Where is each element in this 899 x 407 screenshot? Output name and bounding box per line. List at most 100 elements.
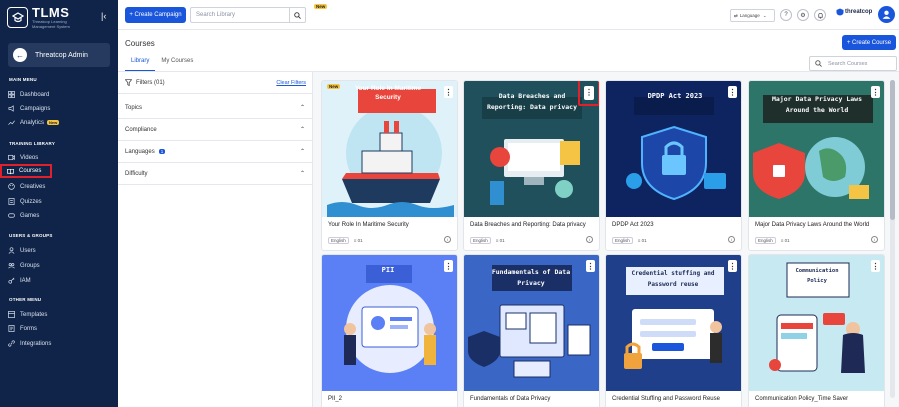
filter-difficulty[interactable]: Difficulty ⌃ bbox=[118, 163, 313, 185]
sidebar-item-videos[interactable]: Videos bbox=[0, 151, 118, 164]
sidebar-item-label: Quizzes bbox=[20, 198, 42, 205]
more-options-icon[interactable]: ⋮ bbox=[728, 260, 737, 272]
search-icon[interactable] bbox=[289, 8, 305, 22]
chevron-up-icon: ⌃ bbox=[299, 105, 305, 111]
search-input[interactable]: Search Library bbox=[191, 12, 289, 18]
sidebar-item-forms[interactable]: Forms bbox=[0, 322, 118, 335]
info-icon[interactable]: i bbox=[871, 236, 878, 243]
more-options-icon[interactable]: ⋮ bbox=[586, 260, 595, 272]
sidebar-item-quizzes[interactable]: Quizzes bbox=[0, 195, 118, 208]
info-icon[interactable]: i bbox=[728, 236, 735, 243]
key-icon bbox=[8, 277, 15, 284]
course-title: Communication Policy_Time Saver bbox=[755, 396, 849, 402]
section-users-groups: USERS & GROUPS bbox=[9, 233, 53, 238]
course-thumbnail bbox=[322, 255, 457, 391]
form-icon bbox=[8, 325, 15, 332]
page-title: Courses bbox=[125, 39, 155, 48]
more-options-icon[interactable]: ⋮ bbox=[444, 86, 453, 98]
chevron-up-icon: ⌃ bbox=[299, 127, 305, 133]
filters-title: Filters (01) bbox=[136, 79, 165, 86]
create-campaign-button[interactable]: + Create Campaign bbox=[125, 7, 186, 23]
avatar[interactable] bbox=[878, 6, 895, 23]
filter-count-badge: 1 bbox=[158, 149, 166, 154]
sidebar-item-games[interactable]: Games bbox=[0, 209, 118, 222]
sidebar-item-creatives[interactable]: Creatives bbox=[0, 180, 118, 193]
sidebar-item-label: Analytics bbox=[20, 119, 45, 126]
info-icon[interactable]: i bbox=[444, 236, 451, 243]
trend-icon bbox=[8, 120, 15, 125]
thumb-title: Major Data Privacy Laws Around the World bbox=[771, 95, 862, 114]
course-search[interactable]: Search Courses bbox=[809, 56, 897, 71]
course-card[interactable]: ⋮ PII_2 bbox=[321, 254, 458, 407]
course-meta: English ≡ 01 bbox=[328, 237, 363, 244]
sidebar-item-integrations[interactable]: Integrations bbox=[0, 337, 118, 350]
tab-my-courses[interactable]: My Courses bbox=[155, 56, 199, 71]
template-icon bbox=[8, 311, 15, 318]
sidebar-item-iam[interactable]: IAM bbox=[0, 274, 118, 287]
threatcop-logo-text: threatcop bbox=[845, 9, 873, 15]
thumb-title: Your Role In Maritime Security bbox=[354, 85, 422, 101]
sidebar-item-label: Templates bbox=[20, 311, 48, 318]
sidebar-item-templates[interactable]: Templates bbox=[0, 308, 118, 321]
sidebar-item-analytics[interactable]: Analytics New bbox=[0, 116, 118, 129]
sidebar-item-label: Games bbox=[20, 212, 40, 219]
sidebar-item-groups[interactable]: Groups bbox=[0, 259, 118, 272]
course-title: PII_2 bbox=[328, 396, 343, 402]
course-title: Your Role In Maritime Security bbox=[328, 222, 409, 228]
filter-compliance[interactable]: Compliance ⌃ bbox=[118, 119, 313, 141]
language-pill: English bbox=[328, 237, 349, 244]
course-card[interactable]: ⋮ DPDP Act 2023 English ≡ 01 i bbox=[605, 80, 742, 251]
more-options-icon[interactable]: ⋮ bbox=[871, 86, 880, 98]
sidebar-item-label: IAM bbox=[20, 277, 31, 284]
course-card[interactable]: New ⋮ Your Role In Maritime Security Eng… bbox=[321, 80, 458, 251]
clear-filters-link[interactable]: Clear Filters bbox=[276, 80, 306, 86]
thumb-title: Fundamentals of Data Privacy bbox=[491, 268, 571, 287]
brand-name: TLMS bbox=[32, 5, 70, 20]
more-options-icon[interactable]: ⋮ bbox=[728, 86, 737, 98]
sidebar-item-label: Dashboard bbox=[20, 91, 50, 98]
course-meta: English ≡ 01 bbox=[612, 237, 647, 244]
admin-name: Threatcop Admin bbox=[35, 51, 88, 59]
module-count: 01 bbox=[641, 238, 647, 243]
course-title: Fundamentals of Data Privacy bbox=[470, 396, 551, 402]
course-tabs: Library My Courses bbox=[125, 56, 199, 71]
user-avatar-icon bbox=[882, 10, 891, 19]
thumb-title: Communication Policy bbox=[795, 268, 839, 284]
help-icon[interactable]: ? bbox=[780, 9, 792, 21]
create-course-button[interactable]: + Create Course bbox=[842, 35, 896, 50]
translate-icon: ⇄ bbox=[734, 12, 738, 18]
sidebar-item-dashboard[interactable]: Dashboard bbox=[0, 88, 118, 101]
admin-switcher[interactable]: ← Threatcop Admin bbox=[8, 43, 110, 67]
sidebar-item-courses[interactable]: Courses bbox=[0, 164, 52, 178]
sidebar-item-campaigns[interactable]: Campaigns bbox=[0, 102, 118, 115]
more-options-icon[interactable]: ⋮ bbox=[444, 260, 453, 272]
grid-scrollbar[interactable] bbox=[890, 80, 895, 398]
bell-icon[interactable] bbox=[814, 9, 826, 21]
language-select[interactable]: ⇄ Language ⌄ bbox=[730, 9, 775, 22]
back-arrow-icon[interactable]: ← bbox=[13, 48, 27, 62]
library-search[interactable]: Search Library bbox=[190, 7, 306, 23]
search-courses-input[interactable]: Search Courses bbox=[828, 61, 867, 67]
quiz-icon bbox=[8, 198, 15, 205]
book-icon bbox=[7, 168, 14, 174]
gear-icon[interactable]: ⚙ bbox=[797, 9, 809, 21]
filter-icon bbox=[125, 79, 132, 86]
tlms-logo-icon bbox=[7, 7, 28, 28]
palette-icon bbox=[8, 183, 15, 190]
module-count: 01 bbox=[357, 238, 363, 243]
filter-topics[interactable]: Topics ⌃ bbox=[118, 97, 313, 119]
thumb-title: Data Breaches and Reporting: Data privac… bbox=[486, 92, 577, 111]
collapse-sidebar-icon[interactable]: |‹ bbox=[101, 11, 106, 21]
info-icon[interactable]: i bbox=[586, 236, 593, 243]
course-title: Major Data Privacy Laws Around the World bbox=[755, 222, 870, 228]
tab-library[interactable]: Library bbox=[125, 56, 156, 71]
sidebar-item-users[interactable]: Users bbox=[0, 244, 118, 257]
brand[interactable]: TLMS Threatcop Learning Management Syste… bbox=[7, 6, 82, 29]
filter-languages[interactable]: Languages 1 ⌃ bbox=[118, 141, 313, 163]
new-tag: New bbox=[314, 4, 328, 9]
topbar: + Create Campaign Search Library New ⇄ L… bbox=[118, 0, 899, 30]
more-options-icon[interactable]: ⋮ bbox=[871, 260, 880, 272]
new-badge: New bbox=[327, 84, 341, 89]
search-icon bbox=[815, 60, 822, 67]
scrollbar-thumb[interactable] bbox=[890, 80, 895, 220]
